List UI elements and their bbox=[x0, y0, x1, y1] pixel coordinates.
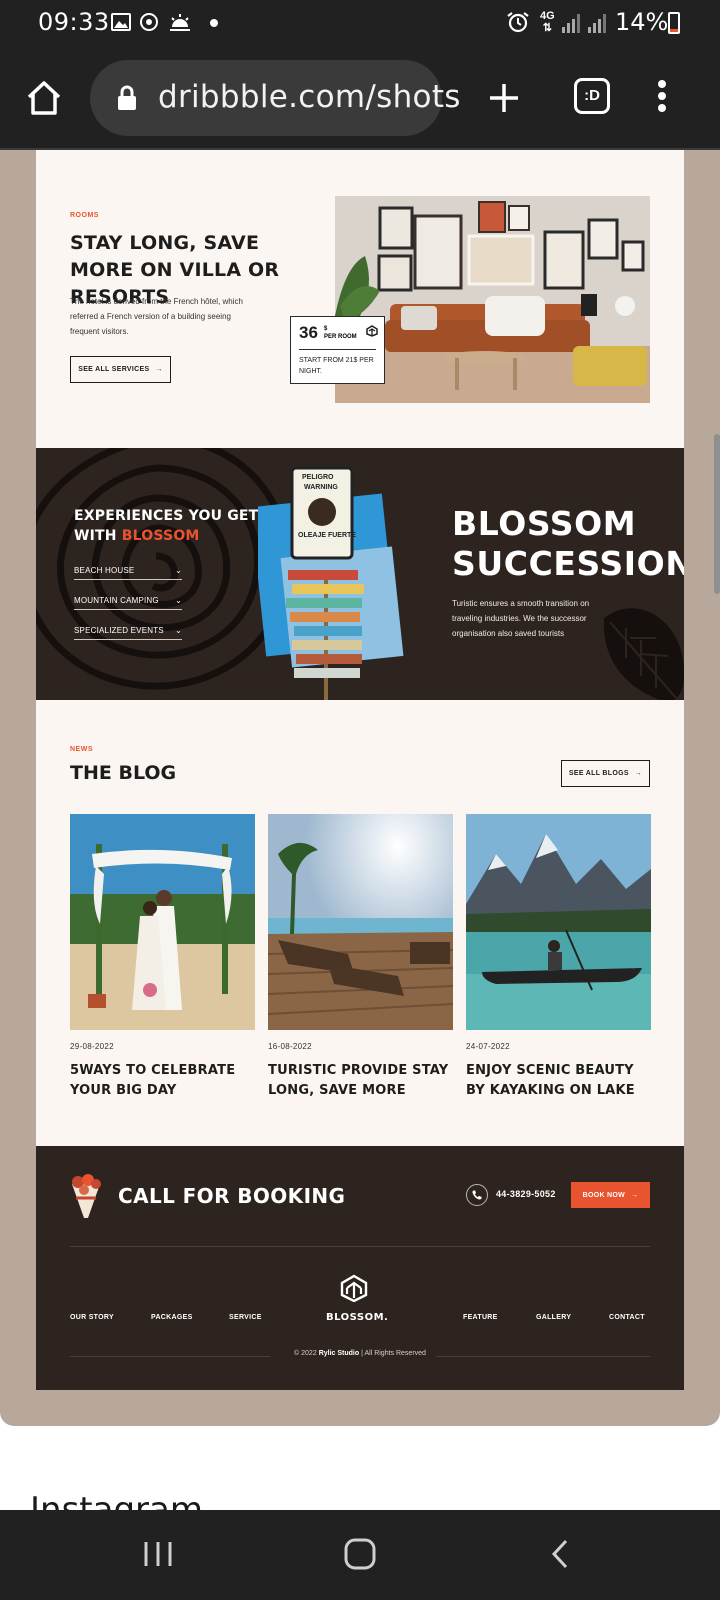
post-title: TURISTIC PROVIDE STAY LONG, SAVE MORE bbox=[268, 1063, 449, 1098]
url-text: dribbble.com/shots bbox=[158, 79, 461, 115]
navigation-bar bbox=[0, 1510, 720, 1600]
blossom-succession-heading: BLOSSOM SUCCESSION bbox=[452, 504, 684, 583]
battery-icon bbox=[668, 12, 680, 34]
experiences-title: EXPERIENCES YOU GET WITH BLOSSOM bbox=[74, 508, 259, 544]
sign-label-warning: WARNING bbox=[304, 484, 338, 491]
notification-dot bbox=[210, 19, 218, 27]
experiences-section: EXPERIENCES YOU GET WITH BLOSSOM BEACH H… bbox=[36, 448, 684, 700]
price-unit: $ PER ROOM bbox=[324, 326, 357, 340]
kayak-lake-photo bbox=[466, 814, 651, 1030]
post-date: 16-08-2022 bbox=[268, 1042, 312, 1051]
blog-section: NEWS THE BLOG SEE ALL BLOGS → 29-08-2022… bbox=[36, 700, 684, 1146]
experience-item-beach-house[interactable]: BEACH HOUSE ⌄ bbox=[74, 566, 182, 580]
footer-link-contact[interactable]: CONTACT bbox=[609, 1314, 645, 1321]
arrow-right-icon: → bbox=[634, 770, 643, 777]
sign-label-peligro: PELIGRO bbox=[302, 474, 334, 481]
blossom-logo-icon bbox=[340, 1274, 368, 1302]
book-now-button[interactable]: BOOK NOW → bbox=[571, 1182, 650, 1208]
pool-deck-photo bbox=[268, 814, 453, 1030]
leaf-decoration bbox=[603, 608, 684, 700]
post-date: 24-07-2022 bbox=[466, 1042, 510, 1051]
blog-post-card[interactable]: 29-08-2022 5WAYS TO CELEBRATE YOUR BIG D… bbox=[70, 814, 255, 1101]
bouquet-icon bbox=[72, 1174, 101, 1218]
alarm-icon bbox=[507, 12, 529, 33]
wedding-photo bbox=[70, 814, 255, 1030]
footer-link-gallery[interactable]: GALLERY bbox=[536, 1314, 571, 1321]
copyright: © 2022 Rylic Studio | All Rights Reserve… bbox=[294, 1350, 426, 1357]
address-bar[interactable]: dribbble.com/shots bbox=[90, 60, 460, 136]
footer-brand[interactable]: BLOSSOM. bbox=[326, 1312, 388, 1323]
footer-link-packages[interactable]: PACKAGES bbox=[151, 1314, 193, 1321]
rooms-tag: ROOMS bbox=[70, 212, 99, 219]
price-from: START FROM 21$ PER NIGHT. bbox=[299, 357, 374, 375]
lock-icon bbox=[118, 85, 136, 110]
copyright-studio[interactable]: Rylic Studio bbox=[319, 1350, 359, 1357]
post-title: ENJOY SCENIC BEAUTY BY KAYAKING ON LAKE bbox=[466, 1063, 635, 1098]
browser-toolbar: dribbble.com/shots :D bbox=[0, 46, 720, 150]
gallery-icon bbox=[111, 13, 131, 31]
weather-icon bbox=[170, 14, 190, 31]
more-menu-icon[interactable] bbox=[655, 80, 669, 116]
sync-icon bbox=[140, 13, 158, 31]
scrollbar[interactable] bbox=[714, 434, 720, 594]
blog-post-card[interactable]: 24-07-2022 ENJOY SCENIC BEAUTY BY KAYAKI… bbox=[466, 814, 651, 1101]
call-for-booking-heading: CALL FOR BOOKING bbox=[118, 1184, 346, 1208]
footer-link-service[interactable]: SERVICE bbox=[229, 1314, 262, 1321]
signal-icon bbox=[562, 13, 580, 33]
home-icon[interactable] bbox=[22, 76, 66, 120]
post-title: 5WAYS TO CELEBRATE YOUR BIG DAY bbox=[70, 1063, 236, 1098]
experience-item-specialized-events[interactable]: SPECIALIZED EVENTS ⌄ bbox=[74, 626, 182, 640]
blog-title: THE BLOG bbox=[70, 762, 177, 784]
phone-icon[interactable] bbox=[466, 1184, 488, 1206]
back-icon[interactable] bbox=[542, 1534, 582, 1574]
sign-label-oleaje: OLEAJE FUERTE bbox=[298, 532, 356, 539]
see-all-services-label: SEE ALL SERVICES bbox=[78, 366, 150, 373]
new-tab-plus-icon[interactable] bbox=[482, 76, 526, 120]
home-nav-icon[interactable] bbox=[340, 1534, 380, 1574]
battery-percent: 14% bbox=[615, 8, 669, 36]
network-type: 4G ⇅ bbox=[540, 10, 555, 34]
tab-switcher-button[interactable]: :D bbox=[574, 78, 610, 114]
footer-link-feature[interactable]: FEATURE bbox=[463, 1314, 498, 1321]
post-date: 29-08-2022 bbox=[70, 1042, 114, 1051]
book-now-label: BOOK NOW bbox=[582, 1191, 626, 1199]
recent-apps-icon[interactable] bbox=[138, 1534, 178, 1574]
phone-number[interactable]: 44-3829-5052 bbox=[496, 1189, 556, 1199]
footer-section: CALL FOR BOOKING 44-3829-5052 BOOK NOW →… bbox=[36, 1146, 684, 1390]
arrow-right-icon: → bbox=[155, 366, 163, 373]
arrow-right-icon: → bbox=[631, 1191, 639, 1199]
blog-post-card[interactable]: 16-08-2022 TURISTIC PROVIDE STAY LONG, S… bbox=[268, 814, 453, 1101]
chevron-down-icon: ⌄ bbox=[175, 626, 182, 635]
chevron-down-icon: ⌄ bbox=[175, 596, 182, 605]
price-divider bbox=[299, 349, 376, 350]
footer-divider bbox=[70, 1246, 650, 1247]
experience-item-mountain-camping[interactable]: MOUNTAIN CAMPING ⌄ bbox=[74, 596, 182, 610]
blossom-logo-icon bbox=[366, 325, 378, 337]
status-bar: 09:33 4G ⇅ 14% bbox=[0, 0, 720, 46]
rooms-section: ROOMS STAY LONG, SAVE MORE ON VILLA OR R… bbox=[36, 150, 684, 448]
see-all-blogs-label: SEE ALL BLOGS bbox=[568, 770, 629, 777]
succession-paragraph: Turistic ensures a smooth transition on … bbox=[452, 599, 590, 638]
footer-link-our-story[interactable]: OUR STORY bbox=[70, 1314, 114, 1321]
see-all-blogs-button[interactable]: SEE ALL BLOGS → bbox=[561, 760, 650, 787]
blog-tag: NEWS bbox=[70, 746, 93, 753]
experiences-accent: BLOSSOM bbox=[121, 528, 200, 544]
status-time: 09:33 bbox=[38, 8, 110, 36]
see-all-services-button[interactable]: SEE ALL SERVICES → bbox=[70, 356, 171, 383]
signal-icon-2 bbox=[588, 13, 606, 33]
price-card: 36 $ PER ROOM START FROM 21$ PER NIGHT. bbox=[290, 316, 385, 384]
chevron-down-icon: ⌄ bbox=[175, 566, 182, 575]
warning-sign-image bbox=[258, 466, 404, 700]
rooms-description: The hotel is derived from the French hôt… bbox=[70, 297, 243, 336]
